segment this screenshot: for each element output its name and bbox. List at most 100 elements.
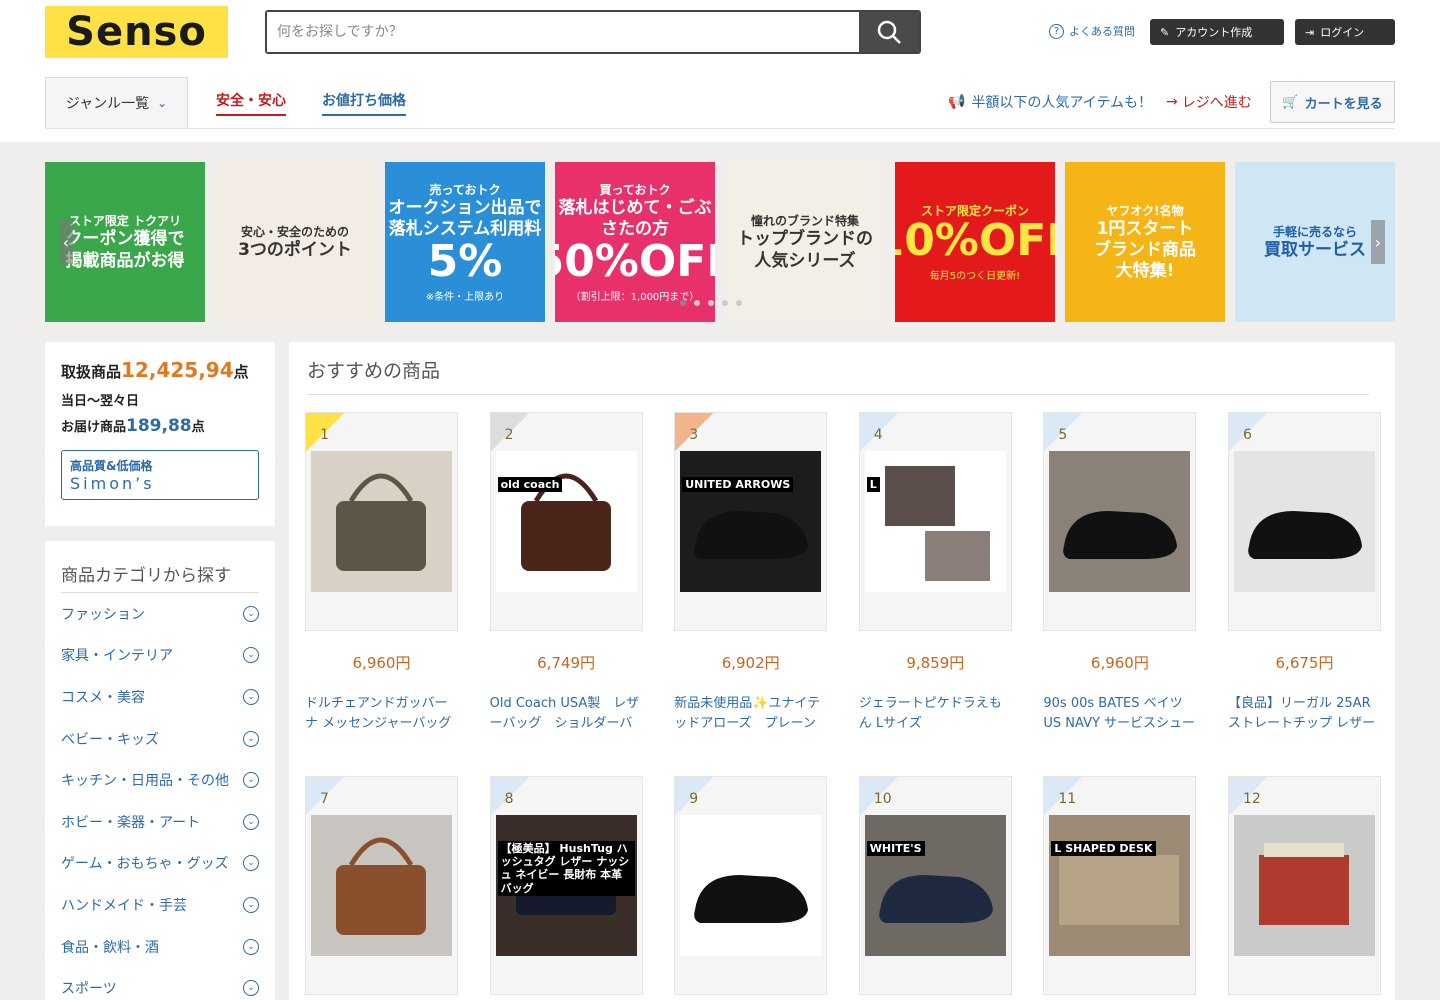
product-card[interactable]: UNITED ARROWS 3 6,902円 新品未使用品✨ユナイテッドアローズ プレ… — [674, 412, 828, 731]
photo-overlay-text: WHITE'S — [866, 841, 925, 857]
product-image[interactable]: 12 — [1228, 776, 1381, 995]
product-card[interactable]: 5 6,960円 90s 00s BATES ベイツ US NAVY サービスシュー… — [1043, 412, 1197, 731]
product-card[interactable]: 1 6,960円 ドルチェアンドガッバーナ メッセンジャーバッグ — [305, 412, 458, 731]
product-name-link[interactable]: Old Coach USA製 レザーバッグ ショルダーバッグ — [490, 694, 643, 736]
product-price: 6,960円 — [1090, 654, 1149, 672]
stats-total: 取扱商品12,425,94点 — [61, 358, 259, 382]
category-item[interactable]: 家具・インテリア ⌄ — [61, 635, 259, 677]
product-image[interactable]: 9 — [674, 776, 828, 995]
promo-banner[interactable]: 売っておトク オークション出品で 落札システム利用料 5% ※条件・上限あり — [385, 162, 545, 322]
product-card[interactable]: 【極美品】 HushTug ハッシュタグ レザー ナッシュ ネイビー 長財布 本… — [489, 776, 643, 995]
product-name-link[interactable]: ジェラートピケドラえもん Lサイズ — [859, 694, 1012, 734]
product-card[interactable]: 917,050円 — [674, 776, 828, 995]
product-photo: old coach — [495, 451, 637, 592]
product-name-link[interactable]: ドルチェアンドガッバーナ メッセンジャーバッグ — [305, 694, 458, 734]
rank-badge: 9 — [675, 777, 714, 815]
product-image[interactable]: WHITE'S 10 — [858, 776, 1012, 995]
product-card[interactable]: 126,000円 — [1228, 776, 1381, 995]
product-name-link[interactable]: 90s 00s BATES ベイツ US NAVY サービスシューズ — [1043, 694, 1196, 736]
product-image[interactable]: UNITED ARROWS 3 — [674, 412, 828, 631]
carousel-prev-icon[interactable]: ‹ — [59, 220, 73, 264]
delivery-unit: 点 — [191, 419, 205, 435]
genre-label: ジャンル一覧 — [65, 96, 150, 112]
create-account-button[interactable]: ✎ アカウント作成 — [1150, 19, 1284, 45]
faq-link[interactable]: ? よくある質問 — [1049, 23, 1135, 39]
carousel-dot[interactable] — [722, 300, 728, 306]
product-name-link[interactable]: 【良品】リーガル 25AR ストレートチップ レザーシューズ — [1228, 694, 1381, 736]
product-image[interactable]: 5 — [1043, 412, 1197, 631]
delivery-count: 189,88 — [126, 415, 192, 436]
banner-mid-text: 落札はじめて・ごぶさたの方 — [558, 197, 712, 239]
rank-badge: 4 — [859, 413, 898, 451]
product-photo-icon — [311, 815, 452, 956]
promo-banner[interactable]: ストア限定クーポン10%OFF毎月5のつく日更新! — [895, 162, 1055, 322]
product-photo — [311, 815, 452, 956]
category-item[interactable]: キッチン・日用品・その他 ⌄ — [61, 759, 259, 801]
megaphone-icon: 📢 — [948, 94, 966, 110]
category-item[interactable]: ファッション ⌄ — [61, 593, 259, 635]
banner-foot-text: ※条件・上限あり — [425, 292, 505, 304]
category-item[interactable]: スポーツ ⌄ — [61, 967, 259, 1000]
promo-banner[interactable]: 憧れのブランド特集 トップブランドの 人気シリーズ — [725, 162, 885, 322]
rank-badge: 6 — [1229, 413, 1267, 451]
chevron-down-icon: ⌄ — [243, 813, 259, 830]
product-photo-icon — [680, 815, 822, 956]
product-image[interactable]: 6 — [1228, 412, 1381, 631]
carousel-dot[interactable] — [680, 300, 686, 306]
product-card[interactable]: WHITE'S1065,174円 — [858, 776, 1012, 995]
category-item[interactable]: ゲーム・おもちゃ・グッズ ⌄ — [61, 843, 259, 885]
register-link[interactable]: → レジへ進む — [1166, 92, 1252, 112]
promo-banner[interactable]: ヤフオク!名物 1円スタート ブランド商品 大特集! — [1065, 162, 1225, 322]
product-card[interactable]: 66,675円【良品】リーガル 25AR ストレートチップ レザーシューズ — [1228, 412, 1381, 731]
search-bar — [265, 10, 921, 54]
category-label: スポーツ — [61, 981, 117, 998]
product-photo-icon — [1234, 815, 1375, 956]
search-input[interactable] — [267, 12, 859, 52]
faq-label: よくある質問 — [1069, 25, 1135, 38]
product-image[interactable]: 1 — [305, 412, 458, 631]
promo-banner[interactable]: 安心・安全のための 3つのポイント — [215, 162, 375, 322]
category-label: キッチン・日用品・その他 — [61, 773, 229, 790]
product-card[interactable]: L 4 9,859円ジェラートピケドラえもん Lサイズ — [858, 412, 1012, 731]
rank-badge: 2 — [490, 413, 529, 451]
product-price: 6,749円 — [537, 654, 596, 672]
product-image[interactable]: old coach 2 — [489, 412, 643, 631]
nav-safe-link[interactable]: 安全・安心 — [216, 90, 286, 116]
product-image[interactable]: 【極美品】 HushTug ハッシュタグ レザー ナッシュ ネイビー 長財布 本… — [489, 776, 643, 995]
product-image[interactable]: L SHAPED DESK 11 — [1043, 776, 1197, 995]
search-button[interactable] — [859, 12, 919, 52]
site-logo[interactable]: Senso — [45, 6, 228, 58]
product-image[interactable]: L4 — [858, 412, 1012, 631]
category-label: ゲーム・おもちゃ・グッズ — [61, 856, 229, 873]
cart-button[interactable]: 🛒 カートを見る — [1270, 81, 1395, 123]
product-photo-icon — [1234, 451, 1375, 592]
login-button[interactable]: ⇥ ログイン — [1295, 19, 1395, 45]
chevron-down-icon: ⌄ — [243, 605, 259, 622]
banner-top-text: ストア限定 トクアリ — [68, 214, 182, 229]
simons-store-link[interactable]: 高品質&低価格 Simon’s — [61, 449, 259, 500]
product-image[interactable]: 7 — [305, 776, 458, 995]
carousel-dot[interactable] — [736, 300, 742, 306]
carousel-dot[interactable] — [694, 300, 700, 306]
product-card[interactable]: old coach 2 6,749円 Old Coach USA製 レザーバッグ ショ… — [489, 412, 643, 731]
category-item[interactable]: コスメ・美容 ⌄ — [61, 676, 259, 718]
carousel-next-icon[interactable]: › — [1371, 220, 1385, 264]
category-item[interactable]: ホビー・楽器・アート ⌄ — [61, 801, 259, 843]
promo-link[interactable]: 📢 半額以下の人気アイテムも！ — [948, 92, 1152, 112]
stats-unit: 点 — [233, 363, 249, 381]
product-photo-icon — [1049, 451, 1191, 592]
carousel-dot[interactable] — [708, 300, 714, 306]
product-card[interactable]: 76,380円 — [305, 776, 458, 995]
product-name-link[interactable]: 新品未使用品✨ユナイテッドアローズ プレーントゥ — [674, 694, 827, 736]
product-photo: WHITE'S — [864, 815, 1006, 956]
category-item[interactable]: 食品・飲料・酒 ⌄ — [61, 926, 259, 968]
category-label: コスメ・美容 — [61, 689, 145, 706]
product-price: 9,859円 — [906, 654, 965, 672]
product-card[interactable]: L SHAPED DESK117,500円 — [1043, 776, 1197, 995]
promo-banner[interactable]: 買っておトク落札はじめて・ごぶさたの方50%OFF（割引上限：1,000円まで） — [555, 162, 715, 322]
nav-bargain-link[interactable]: お値打ち価格 — [322, 90, 406, 116]
banner-top-text: ヤフオク!名物 — [1106, 203, 1184, 218]
category-item[interactable]: ハンドメイド・手芸 ⌄ — [61, 884, 259, 926]
category-item[interactable]: ベビー・キッズ ⌄ — [61, 718, 259, 760]
genre-dropdown[interactable]: ジャンル一覧 ⌄ — [45, 77, 188, 129]
